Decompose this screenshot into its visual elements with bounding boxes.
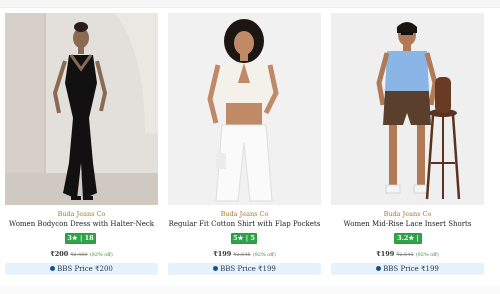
mrp-price: ₹2,400 bbox=[70, 252, 88, 258]
bbs-price-label: BBS Price ₹199 bbox=[383, 265, 439, 273]
bbs-price-banner: BBS Price ₹200 bbox=[5, 263, 158, 275]
product-brand[interactable]: Buda Jeans Co bbox=[5, 210, 158, 218]
price-row: ₹200 ₹2,400 (92% off) bbox=[5, 250, 158, 258]
product-title[interactable]: Women Bodycon Dress with Halter-Neck bbox=[5, 220, 158, 228]
bbs-dot-icon bbox=[376, 266, 382, 271]
bbs-dot-icon bbox=[213, 266, 219, 271]
rating-badge: 5★ | 5 bbox=[231, 233, 257, 244]
product-grid: Buda Jeans Co Women Bodycon Dress with H… bbox=[5, 13, 497, 283]
bbs-price-banner: BBS Price ₹199 bbox=[168, 263, 321, 275]
bottom-divider-strip bbox=[0, 286, 500, 294]
product-image[interactable] bbox=[331, 13, 484, 205]
product-title[interactable]: Women Mid-Rise Lace Insert Shorts bbox=[331, 220, 484, 228]
product-brand[interactable]: Buda Jeans Co bbox=[168, 210, 321, 218]
top-divider-strip bbox=[0, 0, 500, 8]
mrp-price: ₹2,545 bbox=[396, 252, 414, 258]
bbs-price-banner: BBS Price ₹199 bbox=[331, 263, 484, 275]
rating-badge: 3★ | 18 bbox=[65, 233, 96, 244]
product-brand[interactable]: Buda Jeans Co bbox=[331, 210, 484, 218]
product-image[interactable] bbox=[5, 13, 158, 205]
discount-text: (92% off) bbox=[89, 252, 113, 258]
discount-text: (92% off) bbox=[415, 252, 439, 258]
sale-price: ₹199 bbox=[376, 250, 395, 258]
rating-badge: 3.2★ | 5 bbox=[394, 233, 422, 251]
bbs-price-label: BBS Price ₹199 bbox=[220, 265, 276, 273]
sale-price: ₹199 bbox=[213, 250, 232, 258]
model-blue-shirt-photo bbox=[331, 13, 484, 205]
bbs-dot-icon bbox=[50, 266, 56, 271]
product-image[interactable] bbox=[168, 13, 321, 205]
discount-text: (92% off) bbox=[252, 252, 276, 258]
model-black-dress-photo bbox=[5, 13, 158, 205]
product-card[interactable]: Buda Jeans Co Regular Fit Cotton Shirt w… bbox=[168, 13, 321, 283]
mrp-price: ₹2,545 bbox=[233, 252, 251, 258]
product-card[interactable]: Buda Jeans Co Women Mid-Rise Lace Insert… bbox=[331, 13, 484, 283]
product-title[interactable]: Regular Fit Cotton Shirt with Flap Pocke… bbox=[168, 220, 321, 228]
price-row: ₹199 ₹2,545 (92% off) bbox=[168, 250, 321, 258]
price-row: ₹199 ₹2,545 (92% off) bbox=[331, 250, 484, 258]
sale-price: ₹200 bbox=[50, 250, 69, 258]
model-white-outfit-photo bbox=[168, 13, 321, 205]
bbs-price-label: BBS Price ₹200 bbox=[57, 265, 113, 273]
product-card[interactable]: Buda Jeans Co Women Bodycon Dress with H… bbox=[5, 13, 158, 283]
